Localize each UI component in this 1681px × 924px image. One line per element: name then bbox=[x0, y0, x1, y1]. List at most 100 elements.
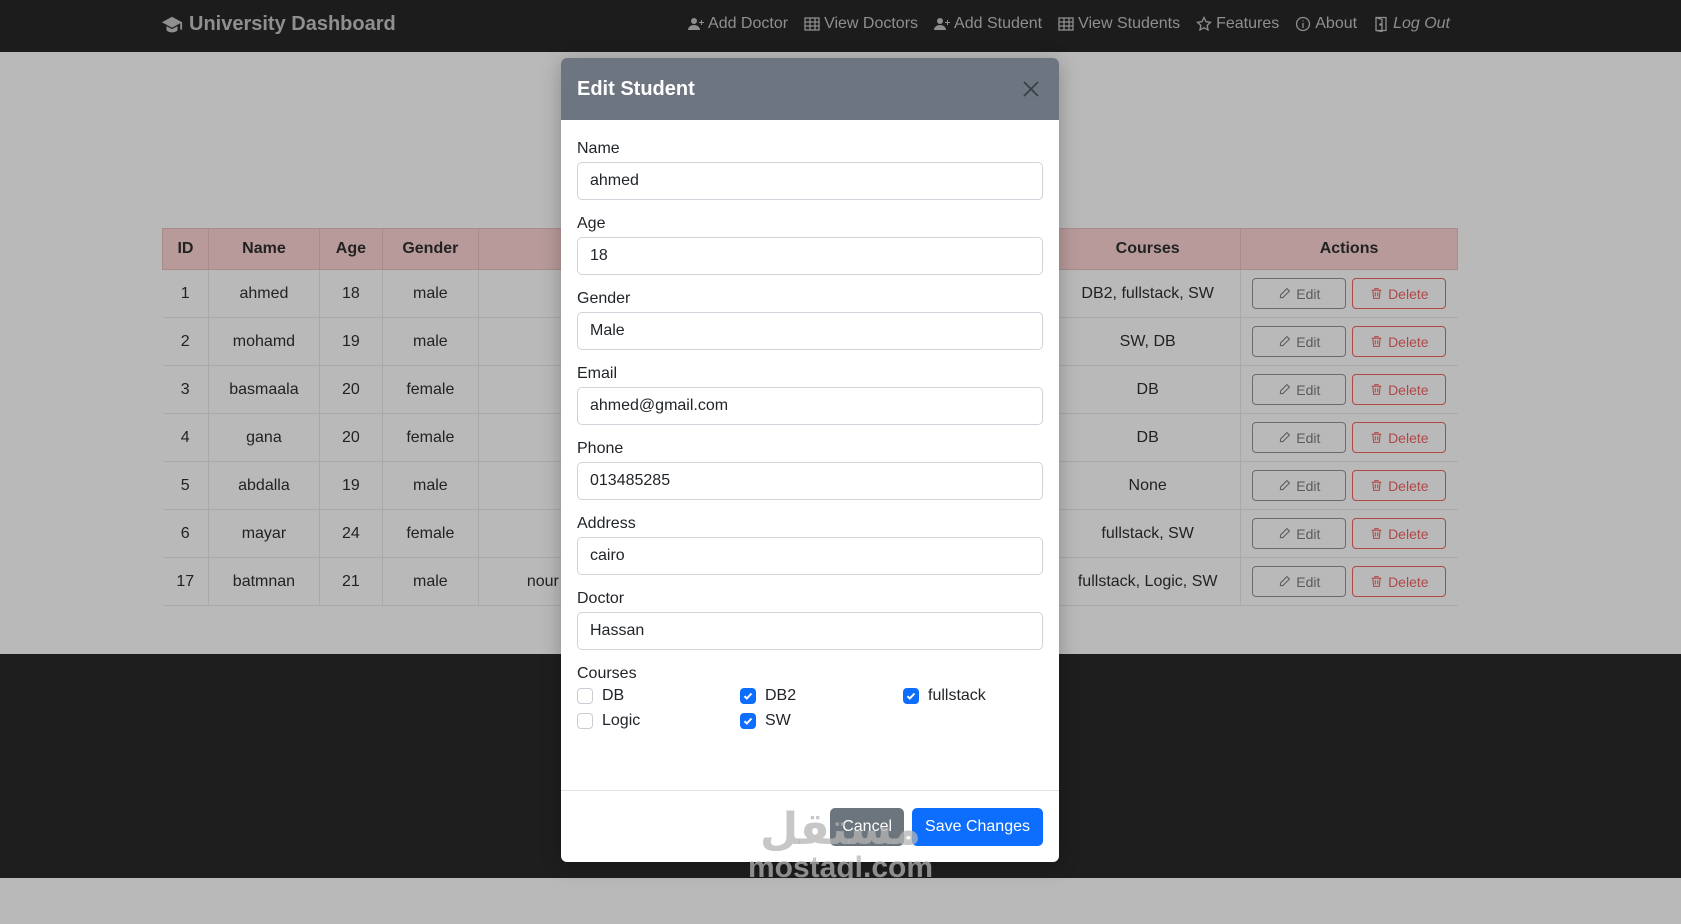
user-plus-icon bbox=[688, 18, 705, 30]
address-label: Address bbox=[577, 515, 636, 532]
modal-footer: Cancel Save Changes bbox=[561, 790, 1059, 862]
cell-name: batmnan bbox=[207, 557, 320, 606]
header-id[interactable]: ID bbox=[162, 228, 209, 270]
info-icon bbox=[1296, 16, 1311, 32]
checkbox[interactable] bbox=[903, 688, 919, 704]
cell-gender: male bbox=[381, 461, 479, 510]
name-input[interactable] bbox=[577, 162, 1043, 200]
navbar: University Dashboard Add Doctor View Doc… bbox=[0, 0, 1681, 52]
edit-button[interactable]: Edit bbox=[1252, 518, 1347, 549]
gender-label: Gender bbox=[577, 290, 631, 307]
cell-gender: male bbox=[381, 269, 479, 318]
edit-student-modal: Edit Student Name Age Gender Email Phone… bbox=[561, 58, 1059, 862]
nav-view-doctors[interactable]: View Doctors bbox=[804, 15, 918, 33]
course-checkbox-sw[interactable]: SW bbox=[740, 712, 903, 730]
cell-courses: None bbox=[1054, 461, 1241, 510]
cell-name: ahmed bbox=[207, 269, 320, 318]
close-icon bbox=[1023, 81, 1039, 97]
header-courses[interactable]: Courses bbox=[1054, 228, 1242, 270]
cell-actions: Edit Delete bbox=[1240, 269, 1458, 318]
delete-button[interactable]: Delete bbox=[1352, 566, 1447, 597]
check-icon bbox=[743, 692, 753, 700]
gender-input[interactable] bbox=[577, 312, 1043, 350]
brand[interactable]: University Dashboard bbox=[161, 13, 396, 36]
nav-features[interactable]: Features bbox=[1196, 15, 1279, 33]
delete-button[interactable]: Delete bbox=[1352, 422, 1447, 453]
cancel-button[interactable]: Cancel bbox=[830, 807, 905, 846]
trash-icon bbox=[1371, 576, 1382, 587]
table-icon bbox=[804, 17, 820, 31]
header-gender[interactable]: Gender bbox=[381, 228, 479, 270]
courses-label: Courses bbox=[577, 665, 637, 682]
delete-button[interactable]: Delete bbox=[1352, 518, 1447, 549]
header-age[interactable]: Age bbox=[318, 228, 383, 270]
checkbox[interactable] bbox=[577, 713, 593, 729]
doctor-input[interactable] bbox=[577, 612, 1043, 650]
address-input[interactable] bbox=[577, 537, 1043, 575]
user-plus-icon bbox=[934, 18, 951, 30]
nav-add-student[interactable]: Add Student bbox=[934, 15, 1042, 33]
check-icon bbox=[906, 692, 916, 700]
cell-actions: Edit Delete bbox=[1240, 317, 1458, 366]
email-input[interactable] bbox=[577, 387, 1043, 425]
close-button[interactable] bbox=[1019, 77, 1043, 101]
name-label: Name bbox=[577, 140, 620, 157]
checkbox[interactable] bbox=[577, 688, 593, 704]
course-checkbox-db2[interactable]: DB2 bbox=[740, 687, 903, 705]
edit-button[interactable]: Edit bbox=[1252, 326, 1347, 357]
nav-about[interactable]: About bbox=[1295, 15, 1357, 33]
cell-name: basmaala bbox=[207, 365, 320, 414]
cell-courses: DB2, fullstack, SW bbox=[1054, 269, 1241, 318]
delete-button[interactable]: Delete bbox=[1352, 374, 1447, 405]
pencil-icon bbox=[1280, 479, 1291, 491]
cell-courses: DB bbox=[1054, 413, 1241, 462]
cell-id: 2 bbox=[162, 317, 209, 366]
cell-age: 24 bbox=[318, 509, 383, 558]
graduation-cap-icon bbox=[161, 16, 183, 32]
modal-title: Edit Student bbox=[577, 77, 695, 100]
field-gender: Gender bbox=[577, 290, 1043, 350]
header-actions: Actions bbox=[1240, 228, 1458, 270]
course-checkbox-db[interactable]: DB bbox=[577, 687, 740, 705]
cell-actions: Edit Delete bbox=[1240, 413, 1458, 462]
course-checkbox-fullstack[interactable]: fullstack bbox=[903, 687, 1043, 705]
trash-icon bbox=[1371, 288, 1382, 299]
cell-age: 21 bbox=[318, 557, 383, 606]
checkbox[interactable] bbox=[740, 688, 756, 704]
cell-gender: male bbox=[381, 317, 479, 366]
edit-button[interactable]: Edit bbox=[1252, 422, 1347, 453]
edit-button[interactable]: Edit bbox=[1252, 470, 1347, 501]
nav-log-out[interactable]: Log Out bbox=[1373, 15, 1450, 33]
delete-button[interactable]: Delete bbox=[1352, 470, 1447, 501]
delete-button[interactable]: Delete bbox=[1352, 278, 1447, 309]
trash-icon bbox=[1371, 384, 1382, 395]
cell-age: 19 bbox=[318, 317, 383, 366]
doctor-label: Doctor bbox=[577, 590, 625, 607]
edit-button[interactable]: Edit bbox=[1252, 374, 1347, 405]
pencil-icon bbox=[1280, 383, 1291, 395]
cell-id: 1 bbox=[162, 269, 209, 318]
phone-label: Phone bbox=[577, 440, 624, 457]
phone-input[interactable] bbox=[577, 462, 1043, 500]
pencil-icon bbox=[1280, 527, 1291, 539]
edit-button[interactable]: Edit bbox=[1252, 278, 1347, 309]
delete-button[interactable]: Delete bbox=[1352, 326, 1447, 357]
header-name[interactable]: Name bbox=[207, 228, 320, 270]
course-checkbox-logic[interactable]: Logic bbox=[577, 712, 740, 730]
cell-age: 20 bbox=[318, 413, 383, 462]
pencil-icon bbox=[1280, 287, 1291, 299]
course-label: SW bbox=[765, 712, 791, 729]
door-icon bbox=[1375, 16, 1387, 32]
edit-button[interactable]: Edit bbox=[1252, 566, 1347, 597]
bottom-area bbox=[0, 878, 1681, 924]
age-input[interactable] bbox=[577, 237, 1043, 275]
save-changes-button[interactable]: Save Changes bbox=[912, 807, 1043, 846]
cell-gender: female bbox=[381, 509, 479, 558]
cell-age: 20 bbox=[318, 365, 383, 414]
nav-view-students[interactable]: View Students bbox=[1058, 15, 1180, 33]
cell-gender: male bbox=[381, 557, 479, 606]
field-email: Email bbox=[577, 365, 1043, 425]
nav-add-doctor[interactable]: Add Doctor bbox=[688, 15, 788, 33]
pencil-icon bbox=[1280, 575, 1291, 587]
checkbox[interactable] bbox=[740, 713, 756, 729]
